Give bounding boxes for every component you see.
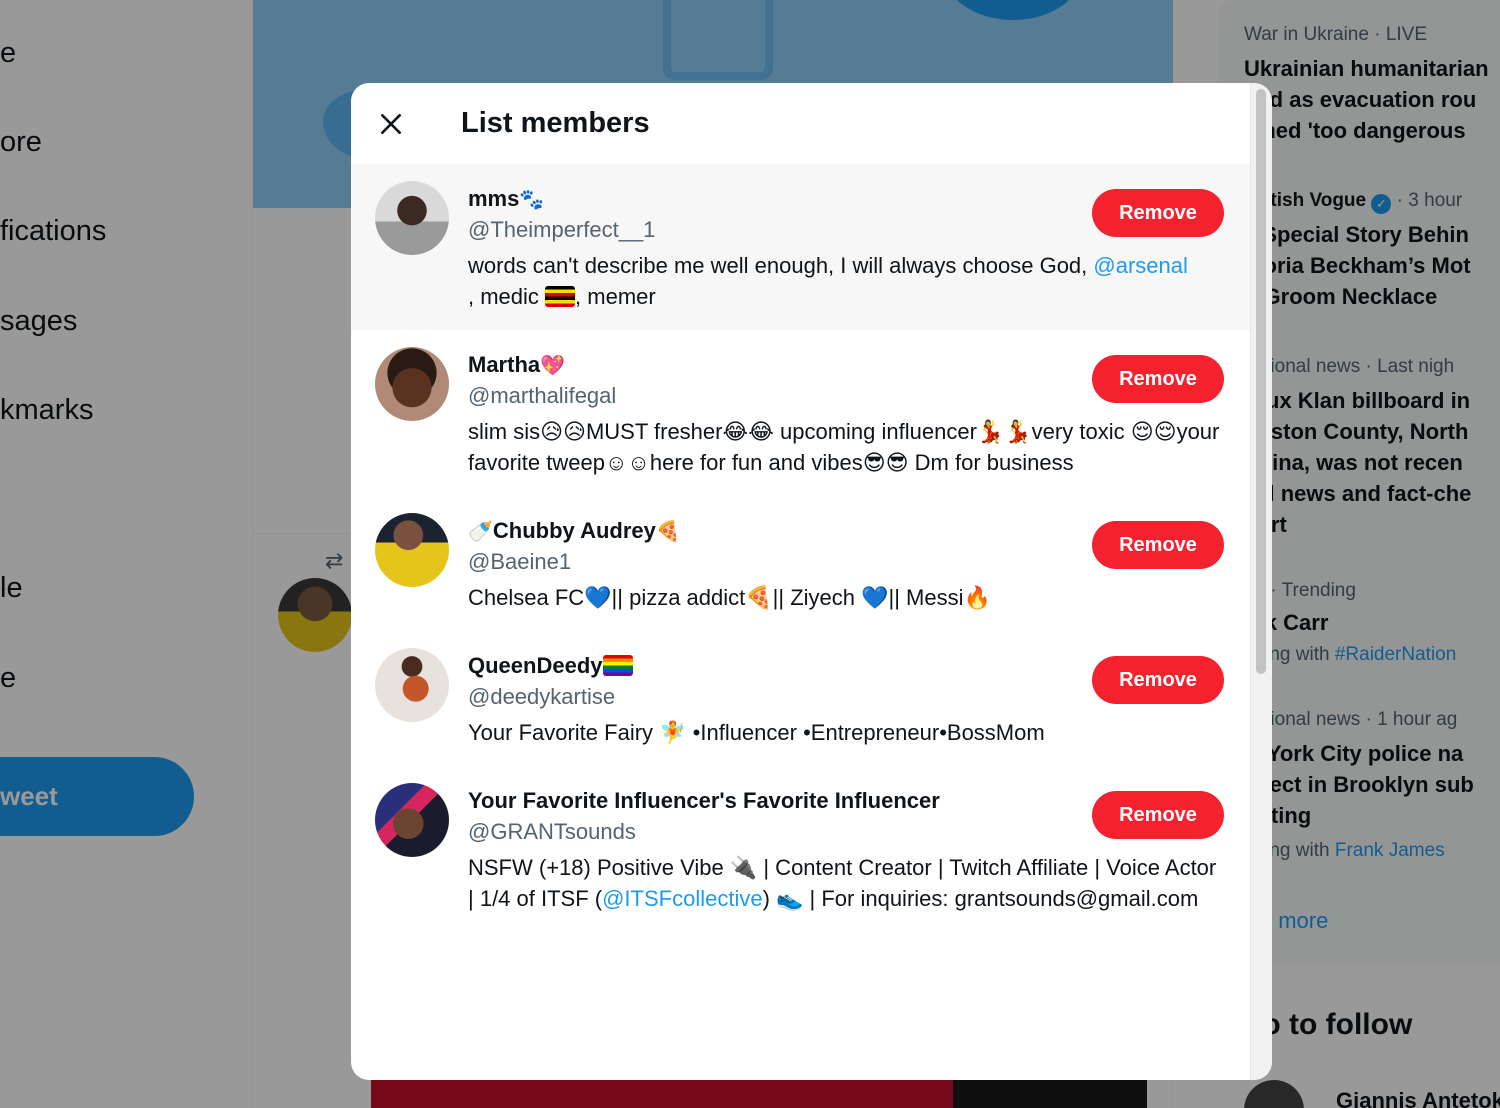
bio-text: , medic xyxy=(468,284,546,309)
member-handle[interactable]: @Theimperfect__1 xyxy=(468,215,655,245)
member-row[interactable]: mms🐾 @Theimperfect__1 Remove words can't… xyxy=(351,164,1250,330)
close-icon xyxy=(381,114,401,134)
bio-mention-link[interactable]: @ITSFcollective xyxy=(602,886,762,911)
member-handle[interactable]: @GRANTsounds xyxy=(468,817,636,847)
member-bio: NSFW (+18) Positive Vibe 🔌 | Content Cre… xyxy=(468,852,1228,914)
list-members-dialog: List members mms🐾 @Theimperfect__1 Remov… xyxy=(351,83,1272,1080)
member-row[interactable]: Martha💖 @marthalifegal Remove slim sis😥😥… xyxy=(351,330,1250,496)
bio-text: words can't describe me well enough, I w… xyxy=(468,253,1094,278)
member-name-text: mms xyxy=(468,186,520,211)
bio-text: ) 👟 | For inquiries: grantsounds@gmail.c… xyxy=(762,886,1199,911)
member-name-text: Martha xyxy=(468,352,541,377)
remove-button[interactable]: Remove xyxy=(1092,656,1224,704)
remove-button[interactable]: Remove xyxy=(1092,521,1224,569)
sparkling-heart-icon: 💖 xyxy=(540,353,566,377)
close-button[interactable] xyxy=(371,104,411,144)
paw-prints-icon: 🐾 xyxy=(519,187,545,211)
member-name[interactable]: Martha💖 xyxy=(468,350,565,380)
member-row[interactable]: QueenDeedy @deedykartise Remove Your Fav… xyxy=(351,631,1250,766)
member-bio: Chelsea FC💙|| pizza addict🍕|| Ziyech 💙||… xyxy=(468,585,991,610)
remove-button[interactable]: Remove xyxy=(1092,355,1224,403)
member-name-text: QueenDeedy xyxy=(468,653,603,678)
scrollbar-thumb[interactable] xyxy=(1256,89,1266,674)
rainbow-flag-icon xyxy=(602,655,633,676)
dialog-header: List members xyxy=(351,83,1251,164)
member-bio: Your Favorite Fairy 🧚 •Influencer •Entre… xyxy=(468,720,1045,745)
member-row[interactable]: 🍼Chubby Audrey🍕 @Baeine1 Remove Chelsea … xyxy=(351,496,1250,631)
remove-button[interactable]: Remove xyxy=(1092,189,1224,237)
member-name[interactable]: Your Favorite Influencer's Favorite Infl… xyxy=(468,786,940,816)
member-name[interactable]: QueenDeedy xyxy=(468,651,633,681)
member-handle[interactable]: @marthalifegal xyxy=(468,381,616,411)
member-handle[interactable]: @deedykartise xyxy=(468,682,615,712)
uganda-flag-icon xyxy=(545,286,576,307)
avatar[interactable] xyxy=(375,648,449,722)
member-name[interactable]: 🍼Chubby Audrey🍕 xyxy=(468,516,681,546)
bio-text: , memer xyxy=(575,284,656,309)
member-name[interactable]: mms🐾 xyxy=(468,184,544,214)
avatar[interactable] xyxy=(375,181,449,255)
member-bio: words can't describe me well enough, I w… xyxy=(468,250,1228,312)
avatar[interactable] xyxy=(375,783,449,857)
bio-mention-link[interactable]: @arsenal xyxy=(1093,253,1188,278)
baby-bottle-icon: 🍼 xyxy=(468,519,493,543)
avatar[interactable] xyxy=(375,513,449,587)
member-handle[interactable]: @Baeine1 xyxy=(468,547,571,577)
avatar[interactable] xyxy=(375,347,449,421)
pizza-icon: 🍕 xyxy=(655,519,681,543)
scrollbar-track[interactable] xyxy=(1250,83,1272,1080)
dialog-title: List members xyxy=(461,107,650,139)
member-row[interactable]: Your Favorite Influencer's Favorite Infl… xyxy=(351,766,1250,966)
member-name-text: Chubby Audrey xyxy=(492,518,656,543)
remove-button[interactable]: Remove xyxy=(1092,791,1224,839)
member-bio: slim sis😥😥MUST fresher😂😂 upcoming influe… xyxy=(468,419,1220,475)
